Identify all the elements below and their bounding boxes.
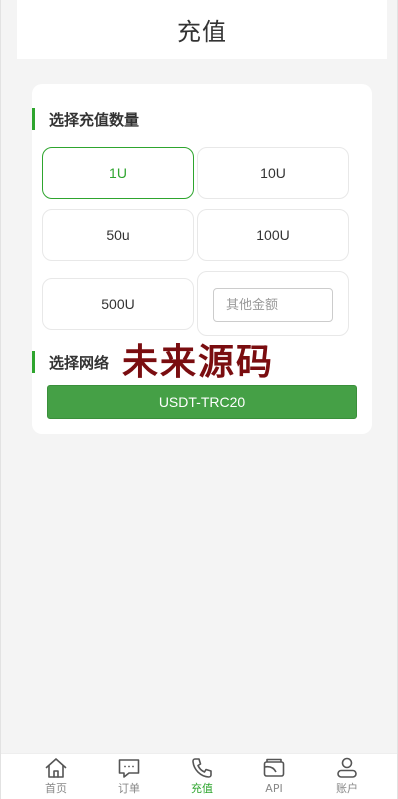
tab-label: API [265,782,283,795]
recharge-page: 充值 选择充值数量 1U 10U 50u 100U 500U 选择网络 未来源码… [0,0,398,799]
section-accent-bar [32,108,35,130]
network-section-heading: 选择网络 [32,351,109,373]
other-amount-input[interactable] [213,288,333,322]
tab-label: 账户 [336,782,358,795]
tab-account[interactable]: 账户 [317,754,377,799]
amount-option-10u[interactable]: 10U [197,147,349,199]
tab-label: 订单 [118,782,140,795]
page-header: 充值 [17,0,387,59]
home-icon [43,755,69,781]
tab-label: 首页 [45,782,67,795]
amount-option-50u[interactable]: 50u [42,209,194,261]
watermark-text: 未来源码 [122,342,275,383]
recharge-card: 选择充值数量 1U 10U 50u 100U 500U 选择网络 未来源码 US… [32,84,372,434]
amount-option-1u[interactable]: 1U [42,147,194,199]
amount-option-500u[interactable]: 500U [42,278,194,330]
tab-recharge[interactable]: 充值 [172,754,232,799]
chat-icon [116,755,142,781]
amount-section-title: 选择充值数量 [49,110,140,129]
wallet-icon [261,755,287,781]
page-title: 充值 [177,18,227,46]
tab-label: 充值 [191,782,213,795]
network-usdt-trc20-button[interactable]: USDT-TRC20 [47,385,357,419]
bottom-tab-bar: 首页 订单 充值 API 账户 [1,753,397,799]
user-icon [334,755,360,781]
tab-home[interactable]: 首页 [26,754,86,799]
section-accent-bar [32,351,35,373]
tab-orders[interactable]: 订单 [99,754,159,799]
amount-section-heading: 选择充值数量 [32,108,139,130]
phone-icon [189,755,215,781]
amount-option-100u[interactable]: 100U [197,209,349,261]
tab-api[interactable]: API [244,754,304,799]
other-amount-box [197,271,349,336]
network-section-title: 选择网络 [49,353,110,372]
